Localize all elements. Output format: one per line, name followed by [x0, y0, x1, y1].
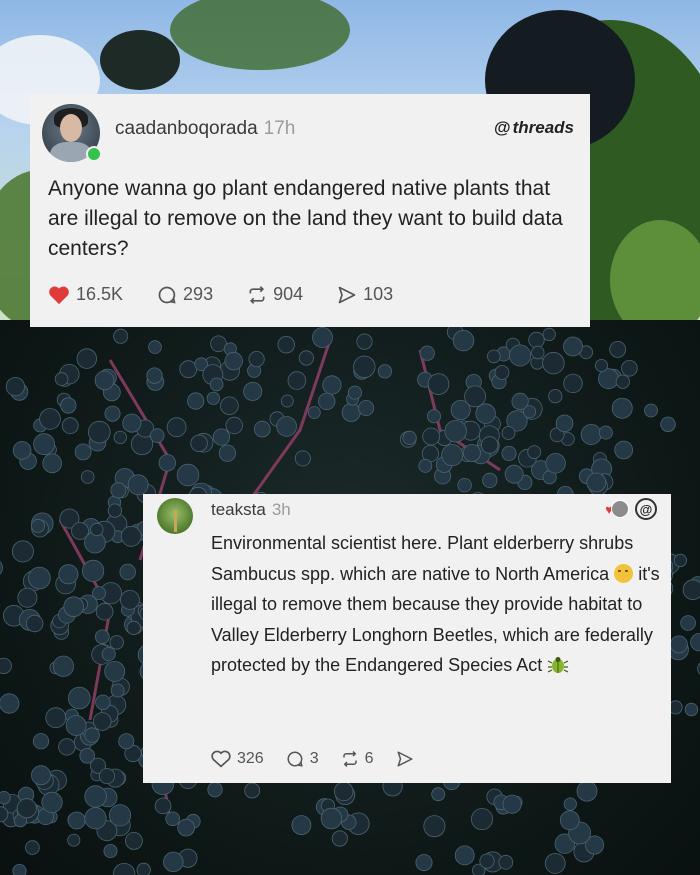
comment-bubble-icon: [287, 751, 303, 767]
repost-count: 904: [273, 284, 304, 304]
reply-header-icons: ♥ @: [605, 498, 657, 520]
wink-emoji-icon: [614, 563, 634, 583]
repost-icon: [342, 750, 357, 768]
send-icon: [397, 751, 413, 767]
online-status-dot: [86, 146, 102, 162]
threads-logo-icon[interactable]: @: [635, 498, 657, 520]
timestamp: 17h: [263, 118, 296, 139]
reply-like-count: 326: [237, 750, 264, 767]
share-count: 103: [363, 284, 394, 304]
post-actions: 16.5K 293 904 103: [48, 284, 427, 305]
share-button[interactable]: 103: [337, 284, 393, 305]
heart-icon: [49, 286, 69, 304]
repost-icon: [249, 285, 265, 304]
reply-actions: 326 3 6: [211, 750, 442, 768]
like-count: 16.5K: [76, 284, 124, 304]
reply-username[interactable]: teaksta: [211, 500, 266, 519]
post-text: Anyone wanna go plant endangered native …: [48, 177, 563, 260]
comment-bubble-icon: [158, 286, 176, 304]
liked-by-avatar: [611, 500, 629, 518]
reply-timestamp: 3h: [271, 500, 291, 519]
brand-label: threads: [512, 118, 574, 137]
heart-icon: [211, 750, 231, 768]
reply-avatar[interactable]: [157, 498, 193, 534]
threads-brand: @ threads: [494, 118, 574, 138]
post-header: caadanboqorada 17h: [115, 118, 295, 140]
reply-repost-count: 6: [364, 750, 374, 767]
post-card: caadanboqorada 17h @ threads Anyone wanna …: [30, 94, 590, 327]
reply-like-button[interactable]: 326: [211, 750, 264, 768]
beetle-emoji-icon: [547, 657, 569, 673]
username[interactable]: caadanboqorada: [115, 118, 258, 139]
comment-button[interactable]: 293: [157, 284, 213, 305]
comment-count: 293: [183, 284, 214, 304]
send-icon: [338, 286, 356, 303]
threads-logo-icon: @: [494, 118, 511, 137]
repost-button[interactable]: 904: [247, 284, 303, 305]
reply-share-button[interactable]: [396, 750, 420, 768]
reply-comment-count: 3: [309, 750, 319, 767]
reply-repost-button[interactable]: 6: [341, 750, 374, 768]
reply-header: teaksta 3h: [211, 500, 291, 520]
reply-text: Environmental scientist here. Plant elde…: [211, 533, 660, 675]
reply-card: teaksta 3h ♥ @ Environmental scientist he…: [143, 494, 671, 783]
reply-comment-button[interactable]: 3: [286, 750, 319, 768]
like-button[interactable]: 16.5K: [48, 284, 123, 305]
